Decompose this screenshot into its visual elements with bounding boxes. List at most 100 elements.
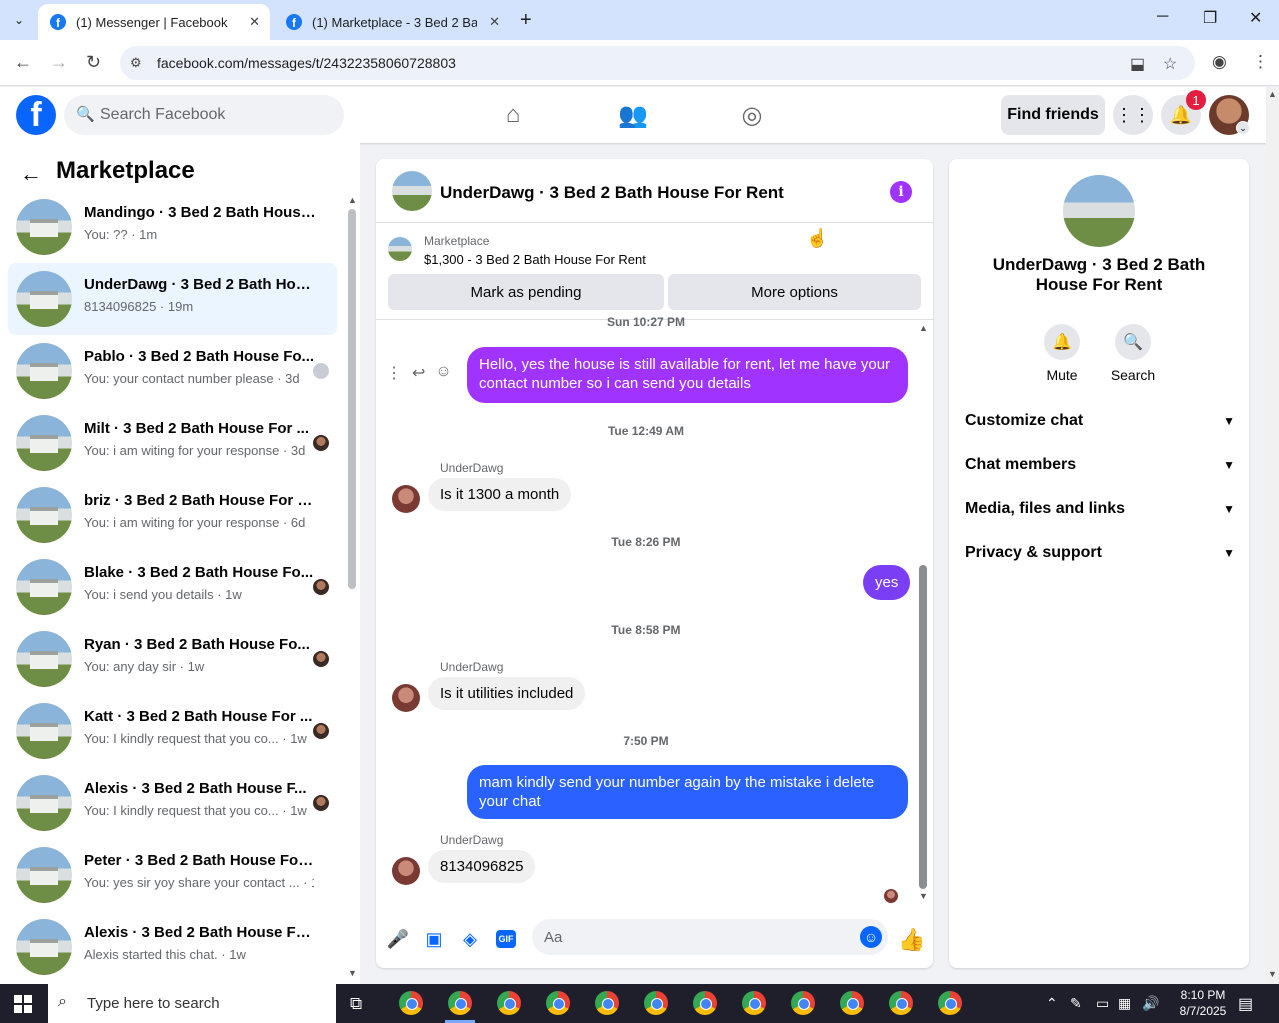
back-arrow-icon[interactable]: ←: [20, 161, 42, 187]
back-icon[interactable]: ←: [14, 52, 32, 73]
conversation-item[interactable]: UnderDawg · 3 Bed 2 Bath Hous... 8134096…: [8, 263, 337, 335]
media-files-links-row[interactable]: Media, files and links ▼: [965, 489, 1235, 529]
system-clock[interactable]: 8:10 PM 8/7/2025: [1163, 987, 1243, 1019]
mark-as-pending-button[interactable]: Mark as pending: [388, 274, 664, 310]
menu-grid-icon[interactable]: ⋮⋮: [1113, 95, 1153, 135]
restore-icon[interactable]: ❐: [1203, 8, 1217, 28]
minimize-icon[interactable]: ─: [1157, 8, 1168, 26]
pen-icon[interactable]: ✎: [1070, 995, 1082, 1012]
gif-icon[interactable]: GIF: [496, 930, 516, 948]
thumbs-up-icon[interactable]: 👍: [898, 927, 925, 953]
scroll-down-icon[interactable]: ▼: [919, 891, 928, 901]
sender-avatar[interactable]: [392, 684, 420, 712]
conversation-item[interactable]: Alexis · 3 Bed 2 Bath House F... You: I …: [8, 767, 337, 839]
conversation-item[interactable]: Blake · 3 Bed 2 Bath House Fo... You: i …: [8, 551, 337, 623]
chrome-icon[interactable]: [595, 991, 619, 1015]
info-icon[interactable]: i: [890, 181, 912, 203]
scroll-thumb[interactable]: [919, 565, 927, 889]
photo-icon[interactable]: ▣: [423, 928, 445, 950]
outgoing-message[interactable]: mam kindly send your number again by the…: [467, 765, 908, 819]
emoji-icon[interactable]: ☺: [860, 926, 882, 948]
sender-avatar[interactable]: [392, 857, 420, 885]
chrome-icon[interactable]: [840, 991, 864, 1015]
scroll-up-icon[interactable]: ▲: [919, 323, 928, 333]
close-window-icon[interactable]: ✕: [1249, 8, 1262, 28]
listing-avatar[interactable]: [1063, 175, 1135, 247]
forward-icon[interactable]: →: [50, 52, 68, 73]
conversation-item[interactable]: Pablo · 3 Bed 2 Bath House Fo... You: yo…: [8, 335, 337, 407]
react-emoji-icon[interactable]: ☺: [435, 363, 451, 383]
sticker-icon[interactable]: ◈: [459, 928, 481, 950]
task-view-icon[interactable]: ⧉: [350, 994, 362, 1014]
url-field[interactable]: ⚙ facebook.com/messages/t/24322358060728…: [120, 46, 1195, 80]
site-info-icon[interactable]: ⚙: [130, 55, 142, 71]
sender-avatar[interactable]: [392, 485, 420, 513]
customize-chat-row[interactable]: Customize chat ▼: [965, 401, 1235, 441]
reload-icon[interactable]: ↻: [86, 52, 101, 73]
profile-icon[interactable]: ◉: [1212, 52, 1227, 72]
scroll-up-icon[interactable]: ▲: [348, 195, 357, 205]
notification-center-icon[interactable]: ▤: [1238, 994, 1253, 1014]
scroll-down-icon[interactable]: ▼: [1268, 969, 1277, 979]
account-chevron-icon[interactable]: ⌄: [1236, 121, 1250, 135]
scroll-down-icon[interactable]: ▼: [348, 968, 357, 978]
new-tab-icon[interactable]: +: [520, 9, 532, 32]
groups-icon[interactable]: ◎: [736, 99, 768, 131]
chrome-icon[interactable]: [497, 991, 521, 1015]
facebook-search[interactable]: 🔍: [64, 95, 344, 135]
windows-start-icon[interactable]: [14, 995, 32, 1013]
outgoing-message[interactable]: yes: [863, 565, 911, 600]
close-tab-icon[interactable]: ✕: [249, 14, 260, 30]
chrome-icon[interactable]: [693, 991, 717, 1015]
tab-search-icon[interactable]: ⌄: [6, 7, 32, 33]
browser-menu-icon[interactable]: ⋮: [1252, 52, 1269, 72]
chat-thumbnail[interactable]: [392, 171, 432, 211]
facebook-logo-icon[interactable]: f: [16, 95, 56, 135]
chrome-icon[interactable]: [938, 991, 962, 1015]
privacy-support-row[interactable]: Privacy & support ▼: [965, 533, 1235, 573]
incoming-message[interactable]: Is it utilities included: [428, 677, 586, 710]
scroll-up-icon[interactable]: ▲: [1268, 89, 1277, 99]
bookmark-star-icon[interactable]: ☆: [1163, 54, 1177, 74]
conversation-item[interactable]: Katt · 3 Bed 2 Bath House For ... You: I…: [8, 695, 337, 767]
message-input-box[interactable]: ☺: [532, 919, 888, 955]
chrome-icon[interactable]: [644, 991, 668, 1015]
incoming-message[interactable]: Is it 1300 a month: [428, 478, 572, 511]
find-friends-button[interactable]: Find friends: [1001, 95, 1105, 135]
home-icon[interactable]: ⌂: [497, 99, 529, 131]
sidebar-scrollbar[interactable]: ▲ ▼: [346, 193, 358, 983]
install-app-icon[interactable]: ⬓: [1130, 54, 1145, 74]
chat-scrollbar[interactable]: ▲ ▼: [917, 323, 929, 905]
more-dots-icon[interactable]: ⋮: [386, 363, 402, 383]
microphone-icon[interactable]: 🎤: [387, 928, 409, 950]
listing-price[interactable]: $1,300 - 3 Bed 2 Bath House For Rent: [424, 252, 646, 267]
tab-messenger[interactable]: f (1) Messenger | Facebook ✕: [38, 4, 270, 40]
conversation-item[interactable]: Milt · 3 Bed 2 Bath House For ... You: i…: [8, 407, 337, 479]
listing-thumbnail[interactable]: [388, 237, 412, 261]
chrome-icon[interactable]: [791, 991, 815, 1015]
conversation-item[interactable]: Peter · 3 Bed 2 Bath House For R... You:…: [8, 839, 337, 911]
tab-marketplace[interactable]: f (1) Marketplace - 3 Bed 2 Bath ✕: [274, 4, 510, 40]
chrome-icon[interactable]: [889, 991, 913, 1015]
mute-button[interactable]: 🔔 Mute: [1032, 324, 1092, 383]
chrome-icon[interactable]: [399, 991, 423, 1015]
message-input[interactable]: [544, 919, 844, 955]
conversation-item[interactable]: Alexis · 3 Bed 2 Bath House For ... Alex…: [8, 911, 337, 983]
taskbar-search[interactable]: ⌕ Type here to search: [48, 984, 336, 1023]
search-in-chat-button[interactable]: 🔍 Search: [1103, 324, 1163, 383]
chrome-icon[interactable]: [448, 991, 472, 1015]
facebook-search-input[interactable]: [100, 95, 330, 135]
chat-members-row[interactable]: Chat members ▼: [965, 445, 1235, 485]
chrome-icon[interactable]: [742, 991, 766, 1015]
friends-icon[interactable]: 👥: [617, 99, 649, 131]
more-options-button[interactable]: More options: [668, 274, 921, 310]
conversation-item[interactable]: Ryan · 3 Bed 2 Bath House Fo... You: any…: [8, 623, 337, 695]
close-tab-icon[interactable]: ✕: [489, 14, 500, 30]
tray-chevron-icon[interactable]: ⌃: [1046, 995, 1058, 1012]
network-icon[interactable]: ▦: [1118, 995, 1131, 1012]
incoming-message[interactable]: 8134096825: [428, 850, 536, 883]
chrome-icon[interactable]: [546, 991, 570, 1015]
outgoing-message[interactable]: Hello, yes the house is still available …: [467, 347, 908, 403]
device-icon[interactable]: ▭: [1096, 995, 1109, 1012]
chat-title[interactable]: UnderDawg · 3 Bed 2 Bath House For Rent: [440, 183, 784, 203]
